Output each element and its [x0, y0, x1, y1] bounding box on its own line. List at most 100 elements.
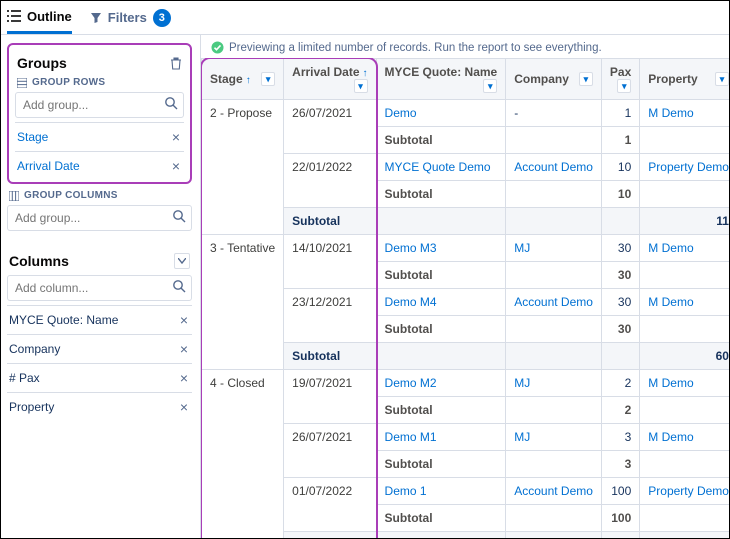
subtotal-label: Subtotal	[376, 262, 506, 289]
column-item[interactable]: # Pax ×	[7, 363, 192, 392]
cell-quote[interactable]: Demo 1	[376, 478, 506, 505]
col-company[interactable]: Company▾	[506, 59, 602, 100]
add-group-rows[interactable]	[15, 92, 184, 118]
cell-property[interactable]: Property Demo	[640, 154, 729, 181]
cell-company[interactable]: MJ	[506, 370, 602, 397]
remove-icon[interactable]: ×	[180, 341, 188, 357]
group-row-stage[interactable]: Stage ×	[15, 122, 184, 151]
column-item[interactable]: MYCE Quote: Name ×	[7, 305, 192, 334]
table-row[interactable]: 2 - Propose26/07/2021Demo-1M Demo	[202, 100, 730, 127]
cell-property[interactable]: M Demo	[640, 235, 729, 262]
sort-asc-icon: ↑	[246, 75, 251, 86]
cell-stage: 4 - Closed	[202, 370, 284, 539]
subtotal-label: Subtotal	[376, 316, 506, 343]
search-icon	[164, 96, 178, 110]
chevron-down-icon: ▾	[261, 72, 275, 86]
subtotal-label: Subtotal	[284, 343, 506, 370]
table-row[interactable]: 4 - Closed19/07/2021Demo M2MJ2M Demo	[202, 370, 730, 397]
cols-icon	[9, 191, 19, 201]
search-icon	[172, 209, 186, 223]
group-cols-label: GROUP COLUMNS	[24, 190, 118, 201]
cell-arrival: 22/01/2022	[284, 154, 376, 208]
cell-pax: 3	[601, 424, 639, 451]
group-row-label: Arrival Date	[17, 159, 80, 173]
subtotal-pax: 30	[601, 262, 639, 289]
chevron-down-icon[interactable]	[174, 253, 190, 269]
tab-outline-label: Outline	[27, 9, 72, 24]
tab-bar: Outline Filters 3	[1, 1, 729, 35]
subtotal-pax: 1	[601, 127, 639, 154]
column-label: Property	[9, 400, 54, 414]
cell-property[interactable]: M Demo	[640, 289, 729, 316]
subtotal-pax: 2	[601, 397, 639, 424]
chevron-down-icon: ▾	[354, 79, 368, 93]
cell-arrival: 23/12/2021	[284, 289, 376, 343]
report-table-wrap[interactable]: Stage↑▾ Arrival Date↑▾ MYCE Quote: Name▾…	[201, 58, 729, 538]
add-column-input[interactable]	[7, 275, 192, 301]
preview-text: Previewing a limited number of records. …	[229, 42, 602, 54]
col-property[interactable]: Property▾	[640, 59, 729, 100]
cell-property[interactable]: M Demo	[640, 100, 729, 127]
add-group-rows-input[interactable]	[15, 92, 184, 118]
cell-company[interactable]: MJ	[506, 424, 602, 451]
funnel-icon	[90, 12, 102, 24]
cell-company[interactable]: Account Demo	[506, 478, 602, 505]
cell-pax: 30	[601, 289, 639, 316]
remove-icon[interactable]: ×	[180, 312, 188, 328]
column-item[interactable]: Property ×	[7, 392, 192, 421]
cell-quote[interactable]: Demo M1	[376, 424, 506, 451]
cell-quote[interactable]: Demo M2	[376, 370, 506, 397]
remove-icon[interactable]: ×	[180, 370, 188, 386]
subtotal-label: Subtotal	[284, 532, 506, 539]
remove-icon[interactable]: ×	[172, 129, 180, 145]
subtotal-label: Subtotal	[376, 181, 506, 208]
check-icon	[211, 41, 224, 54]
subtotal-label: Subtotal	[376, 451, 506, 478]
report-table: Stage↑▾ Arrival Date↑▾ MYCE Quote: Name▾…	[201, 58, 729, 538]
cell-company[interactable]: Account Demo	[506, 154, 602, 181]
tab-outline[interactable]: Outline	[7, 1, 72, 34]
cell-arrival: 14/10/2021	[284, 235, 376, 289]
column-label: # Pax	[9, 371, 40, 385]
remove-icon[interactable]: ×	[180, 399, 188, 415]
column-label: Company	[9, 342, 60, 356]
cell-property[interactable]: M Demo	[640, 370, 729, 397]
add-column[interactable]	[7, 275, 192, 301]
group-row-label: Stage	[17, 130, 48, 144]
outline-icon	[7, 10, 21, 22]
add-group-cols[interactable]	[7, 205, 192, 231]
cell-pax: 2	[601, 370, 639, 397]
cell-property[interactable]: M Demo	[640, 424, 729, 451]
table-row[interactable]: 3 - Tentative14/10/2021Demo M3MJ30M Demo	[202, 235, 730, 262]
col-quote[interactable]: MYCE Quote: Name▾	[376, 59, 506, 100]
cell-quote[interactable]: Demo	[376, 100, 506, 127]
search-icon	[172, 279, 186, 293]
col-arrival[interactable]: Arrival Date↑▾	[284, 59, 376, 100]
filters-count-badge: 3	[153, 9, 171, 27]
cell-company[interactable]: -	[506, 100, 602, 127]
cell-stage: 2 - Propose	[202, 100, 284, 235]
cell-quote[interactable]: MYCE Quote Demo	[376, 154, 506, 181]
add-group-cols-input[interactable]	[7, 205, 192, 231]
column-item[interactable]: Company ×	[7, 334, 192, 363]
cell-company[interactable]: Account Demo	[506, 289, 602, 316]
column-label: MYCE Quote: Name	[9, 313, 118, 327]
cell-pax: 10	[601, 154, 639, 181]
cell-quote[interactable]: Demo M4	[376, 289, 506, 316]
col-stage[interactable]: Stage↑▾	[202, 59, 284, 100]
stage-subtotal-pax: 60	[640, 343, 729, 370]
subtotal-label: Subtotal	[376, 127, 506, 154]
remove-icon[interactable]: ×	[172, 158, 180, 174]
cell-quote[interactable]: Demo M3	[376, 235, 506, 262]
cell-company[interactable]: MJ	[506, 235, 602, 262]
stage-subtotal-pax: 105	[640, 532, 729, 539]
cell-property[interactable]: Property Demo	[640, 478, 729, 505]
subtotal-pax: 100	[601, 505, 639, 532]
trash-icon[interactable]	[170, 57, 182, 70]
tab-filters[interactable]: Filters 3	[90, 1, 171, 34]
col-pax[interactable]: Pax▾	[601, 59, 639, 100]
left-sidebar: Groups GROUP ROWS	[1, 35, 201, 538]
group-row-arrival[interactable]: Arrival Date ×	[15, 151, 184, 180]
subtotal-pax: 10	[601, 181, 639, 208]
cell-arrival: 01/07/2022	[284, 478, 376, 532]
